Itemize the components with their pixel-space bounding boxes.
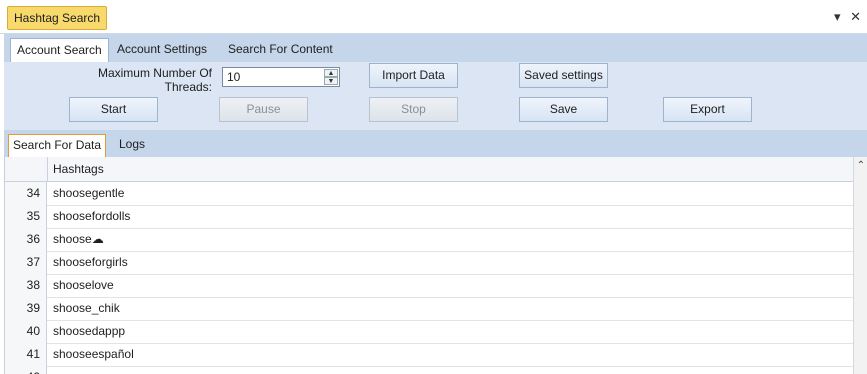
- table-row[interactable]: 36 shoose☁: [5, 228, 854, 252]
- spin-up-icon[interactable]: ▲: [324, 69, 338, 77]
- hashtag-cell[interactable]: shooselove: [53, 274, 114, 297]
- hashtag-cell[interactable]: shoosegentle: [53, 182, 124, 205]
- tab-account-search[interactable]: Account Search: [10, 38, 109, 63]
- tab-account-settings[interactable]: Account Settings: [111, 38, 213, 62]
- hashtag-cell[interactable]: shoosefordolls: [53, 205, 130, 228]
- threads-label: Maximum Number Of Threads:: [82, 66, 212, 94]
- data-tab-strip: Search For Data Logs: [4, 130, 867, 158]
- main-tab-strip: Account Search Account Settings Search F…: [4, 34, 867, 63]
- title-bar: Hashtag Search ▾ ✕: [0, 0, 867, 34]
- column-header-hashtags[interactable]: Hashtags: [53, 162, 104, 176]
- table-row[interactable]: 41 shooseespañol: [5, 343, 854, 367]
- table-row[interactable]: 35 shoosefordolls: [5, 205, 854, 229]
- hashtag-cell[interactable]: shoose_chik: [53, 297, 120, 320]
- hashtag-cell[interactable]: shooseespañol: [53, 343, 134, 366]
- grid-header: Hashtags: [5, 157, 854, 182]
- row-number: 40: [5, 320, 47, 343]
- close-icon[interactable]: ✕: [850, 9, 861, 25]
- export-button[interactable]: Export: [663, 97, 752, 122]
- row-number: 42: [5, 366, 47, 374]
- threads-label-line1: Maximum Number Of: [97, 66, 212, 80]
- threads-value[interactable]: 10: [227, 70, 240, 84]
- pause-button[interactable]: Pause: [219, 97, 308, 122]
- window-controls: ▾ ✕: [828, 9, 861, 25]
- threads-spinner[interactable]: 10 ▲ ▼: [222, 67, 340, 87]
- table-row[interactable]: 37 shooseforgirls: [5, 251, 854, 275]
- table-row[interactable]: 34 shoosegentle: [5, 182, 854, 206]
- row-number: 41: [5, 343, 47, 366]
- controls-panel: Maximum Number Of Threads: 10 ▲ ▼ Import…: [4, 62, 867, 130]
- row-number: 38: [5, 274, 47, 297]
- table-row[interactable]: 38 shooselove: [5, 274, 854, 298]
- spin-down-icon[interactable]: ▼: [324, 77, 338, 85]
- hashtag-cell[interactable]: shoose☁: [53, 228, 104, 251]
- scroll-up-icon[interactable]: ⌃: [855, 160, 867, 171]
- saved-settings-button[interactable]: Saved settings: [519, 63, 608, 88]
- row-number: 35: [5, 205, 47, 228]
- save-button[interactable]: Save: [519, 97, 608, 122]
- tab-search-for-data[interactable]: Search For Data: [8, 134, 107, 158]
- row-number: 34: [5, 182, 47, 205]
- hashtag-cell[interactable]: shooseforgirls: [53, 251, 128, 274]
- dropdown-arrow-icon[interactable]: ▾: [834, 9, 841, 25]
- row-number: 36: [5, 228, 47, 251]
- hashtags-grid: Hashtags 34 shoosegentle 35 shoosefordol…: [4, 157, 854, 374]
- hashtag-cell[interactable]: shoosedappp: [53, 320, 125, 343]
- table-row[interactable]: 42: [5, 366, 854, 374]
- import-data-button[interactable]: Import Data: [369, 63, 458, 88]
- tab-logs[interactable]: Logs: [115, 134, 149, 156]
- threads-label-line2: Threads:: [164, 80, 212, 94]
- grid-corner: [5, 157, 48, 181]
- row-number: 37: [5, 251, 47, 274]
- document-tab-hashtag-search[interactable]: Hashtag Search: [7, 6, 108, 30]
- table-row[interactable]: 39 shoose_chik: [5, 297, 854, 321]
- tab-search-for-content[interactable]: Search For Content: [222, 38, 339, 62]
- stop-button[interactable]: Stop: [369, 97, 458, 122]
- start-button[interactable]: Start: [69, 97, 158, 122]
- table-row[interactable]: 40 shoosedappp: [5, 320, 854, 344]
- row-number: 39: [5, 297, 47, 320]
- vertical-scrollbar[interactable]: ⌃: [853, 157, 867, 374]
